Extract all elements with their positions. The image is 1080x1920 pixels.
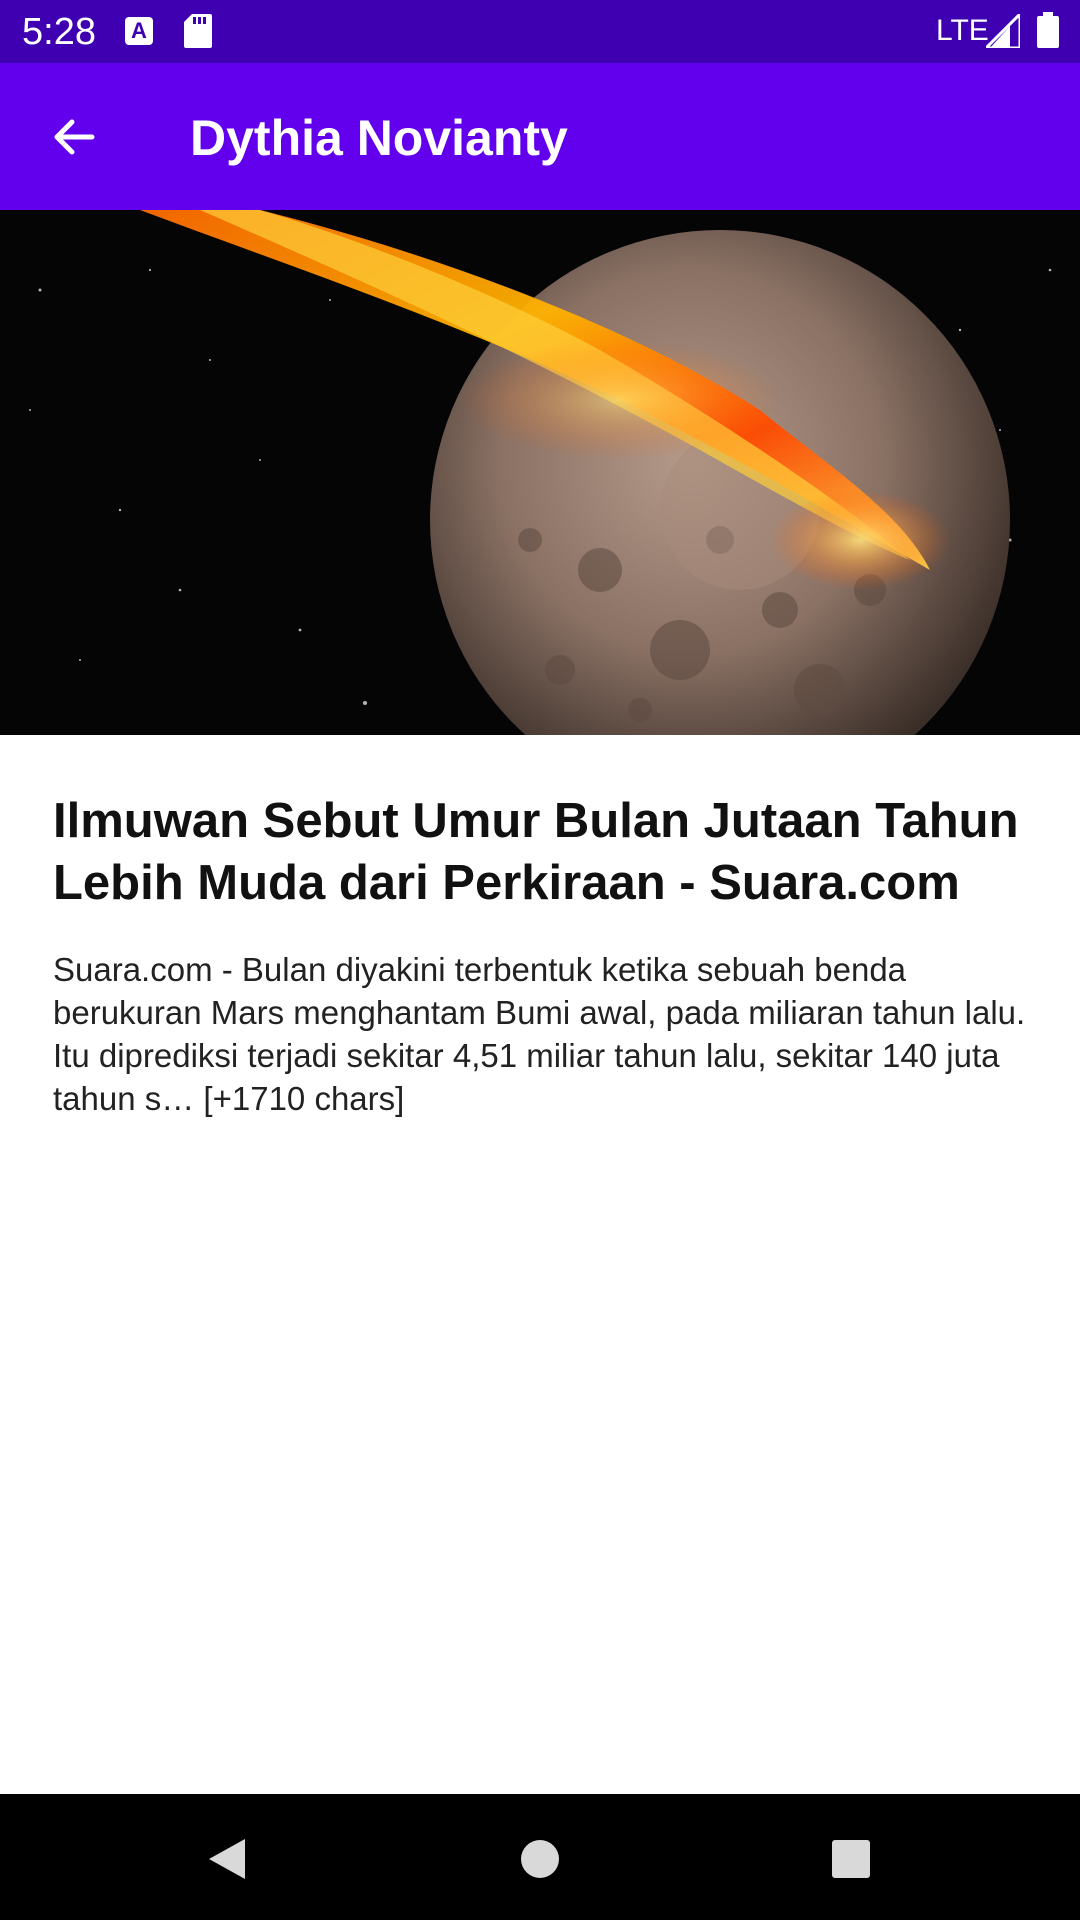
arrow-back-icon	[54, 119, 95, 155]
sd-card-icon	[184, 14, 212, 48]
home-circle-icon	[521, 1840, 559, 1878]
article-title[interactable]: Ilmuwan Sebut Umur Bulan Jutaan Tahun Le…	[53, 790, 1033, 914]
article-image	[0, 210, 1080, 735]
battery-icon	[1037, 12, 1059, 48]
page-title: Dythia Novianty	[190, 110, 568, 166]
nav-home-button[interactable]	[505, 1824, 575, 1894]
network-type: LTE	[936, 14, 989, 47]
a-notification-icon: A	[125, 17, 153, 45]
status-time: 5:28	[22, 11, 96, 53]
nav-back-button[interactable]	[192, 1824, 262, 1894]
recents-square-icon	[832, 1840, 870, 1878]
article-content: Ilmuwan Sebut Umur Bulan Jutaan Tahun Le…	[53, 790, 1033, 1120]
back-triangle-icon	[209, 1839, 245, 1879]
signal-icon	[986, 14, 1020, 48]
article-description: Suara.com - Bulan diyakini terbentuk ket…	[53, 951, 1026, 1117]
back-button[interactable]	[40, 103, 108, 171]
status-bar: 5:28 A LTE	[0, 0, 1080, 63]
moon-impact-image	[0, 210, 1080, 735]
navigation-bar	[0, 1794, 1080, 1920]
app-bar: Dythia Novianty	[0, 63, 1080, 210]
nav-recents-button[interactable]	[816, 1824, 886, 1894]
